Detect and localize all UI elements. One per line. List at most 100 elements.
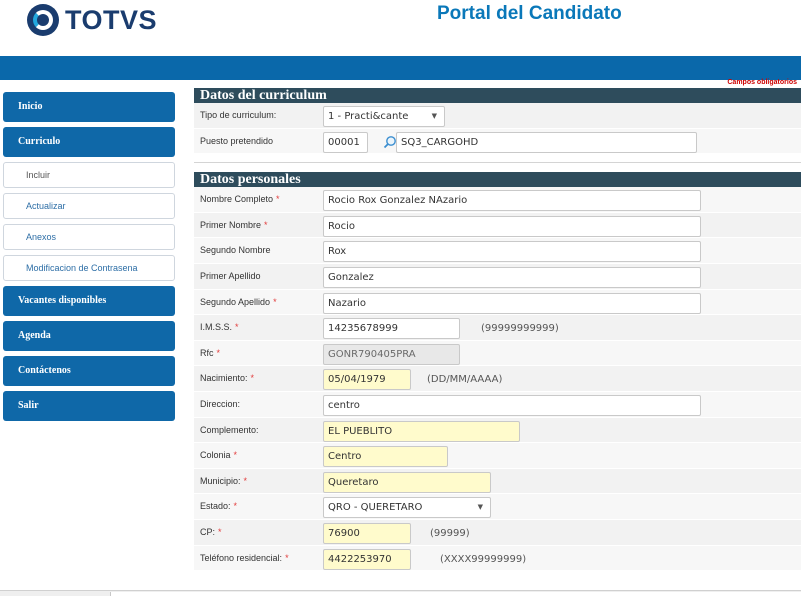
- input-value: Rox: [328, 246, 347, 258]
- estado-select[interactable]: QRO - QUERETARO ▼: [323, 497, 491, 519]
- text-input[interactable]: 76900: [323, 522, 411, 544]
- field-label: Rfc *: [200, 348, 220, 358]
- field-label: Segundo Nombre: [200, 245, 271, 255]
- text-input[interactable]: 14235678999: [323, 318, 460, 340]
- form-row: I.M.S.S. * 14235678999 (99999999999): [194, 315, 801, 341]
- field-label-text: Nacimiento:: [200, 373, 248, 384]
- sidebar-item-contactenos[interactable]: Contáctenos: [3, 356, 175, 386]
- required-fields-note: Campos obligatorios: [727, 79, 797, 86]
- input-value: Centro: [328, 451, 362, 463]
- totvs-logo-icon: [27, 4, 59, 36]
- form-row: Primer Apellido Gonzalez: [194, 263, 801, 290]
- required-marker: *: [273, 296, 277, 307]
- format-hint: (99999): [430, 527, 470, 539]
- chevron-down-icon: ▼: [477, 503, 483, 512]
- text-input[interactable]: Queretaro: [323, 471, 491, 493]
- input-value: Gonzalez: [328, 271, 374, 283]
- field-label-text: Nombre Completo: [200, 194, 274, 205]
- field-label: Segundo Apellido *: [200, 297, 277, 307]
- form-row: Segundo Apellido * Nazario: [194, 289, 801, 316]
- sidebar-item-vacantes[interactable]: Vacantes disponibles: [3, 286, 175, 316]
- input-value: 05/04/1979: [328, 374, 386, 386]
- form-row: CP: * 76900 (99999): [194, 519, 801, 546]
- field-label-text: CP:: [200, 526, 216, 537]
- text-input[interactable]: Rocio Rox Gonzalez NAzario: [323, 190, 701, 212]
- input-value: Rocio Rox Gonzalez NAzario: [328, 195, 468, 207]
- input-value: GONR790405PRA: [328, 348, 416, 360]
- page-header: TOTVS Portal del Candidato: [0, 0, 801, 56]
- field-label: Nacimiento: *: [200, 373, 254, 383]
- sidebar-item-incluir[interactable]: Incluir: [3, 162, 175, 188]
- field-label: Colonia *: [200, 450, 237, 460]
- field-label: Primer Nombre *: [200, 220, 268, 230]
- field-label-text: Primer Apellido: [200, 270, 261, 281]
- top-bar: [0, 56, 801, 80]
- text-input[interactable]: Rox: [323, 241, 701, 263]
- text-input[interactable]: 05/04/1979: [323, 369, 411, 391]
- required-marker: *: [218, 526, 222, 537]
- field-label-text: Teléfono residencial:: [200, 552, 283, 563]
- sidebar-item-agenda[interactable]: Agenda: [3, 321, 175, 351]
- text-input[interactable]: 4422253970: [323, 548, 411, 570]
- text-input[interactable]: Centro: [323, 446, 448, 468]
- input-value: Queretaro: [328, 476, 379, 488]
- sidebar-item-actualizar[interactable]: Actualizar: [3, 193, 175, 219]
- field-label: Teléfono residencial: *: [200, 553, 289, 563]
- totvs-logo: TOTVS: [27, 3, 157, 37]
- row-puesto: Puesto pretendido 00001 SQ3_CARGOHD: [194, 128, 801, 155]
- required-marker: *: [216, 347, 221, 358]
- field-label: Direccion:: [200, 399, 240, 409]
- tipo-curriculum-select[interactable]: 1 - Practi&cante ▼: [323, 106, 445, 127]
- format-hint: (99999999999): [481, 323, 559, 335]
- form-row: Complemento: EL PUEBLITO: [194, 417, 801, 444]
- field-label: CP: *: [200, 527, 222, 537]
- puesto-code-input[interactable]: 00001: [323, 131, 368, 153]
- text-input[interactable]: centro: [323, 394, 701, 416]
- form-row: Teléfono residencial: * 4422253970 (XXXX999…: [194, 545, 801, 572]
- input-value: 00001: [328, 136, 360, 148]
- search-icon[interactable]: [383, 135, 397, 149]
- required-marker: *: [285, 552, 289, 563]
- field-label: Estado: *: [200, 501, 237, 511]
- sidebar-item-salir[interactable]: Salir: [3, 391, 175, 421]
- input-value: EL PUEBLITO: [328, 425, 393, 437]
- page-title: Portal del Candidato: [437, 3, 622, 24]
- field-label-text: Estado:: [200, 501, 231, 512]
- required-marker: *: [233, 450, 238, 461]
- form-row: Estado: * QRO - QUERETARO ▼: [194, 494, 801, 520]
- text-input[interactable]: Rocio: [323, 215, 701, 237]
- required-marker: *: [233, 501, 238, 512]
- input-value: centro: [328, 399, 360, 411]
- form-row: Rfc * GONR790405PRA: [194, 340, 801, 367]
- form-content: Datos del curriculum Tipo de curriculum:…: [194, 88, 801, 572]
- personal-fields: Nombre Completo * Rocio Rox Gonzalez NAzar…: [194, 187, 801, 572]
- chevron-down-icon: ▼: [431, 112, 437, 120]
- form-row: Primer Nombre * Rocio: [194, 212, 801, 239]
- sidebar-item-curriculo[interactable]: Curriculo: [3, 127, 175, 157]
- field-label-text: Segundo Apellido: [200, 296, 271, 307]
- row-tipo-curriculum: Tipo de curriculum: 1 - Practi&cante ▼: [194, 103, 801, 129]
- text-input[interactable]: Gonzalez: [323, 266, 701, 288]
- section-title-personal: Datos personales: [194, 172, 801, 188]
- field-label: Complemento:: [200, 425, 259, 435]
- form-row: Segundo Nombre Rox: [194, 238, 801, 264]
- form-row: Colonia * Centro: [194, 443, 801, 469]
- field-label-text: Rfc: [200, 347, 214, 358]
- puesto-description-input[interactable]: SQ3_CARGOHD: [396, 131, 697, 153]
- sidebar-menu: Inicio Curriculo Incluir Actualizar Anex…: [3, 92, 175, 426]
- field-label-text: Direccion:: [200, 398, 241, 409]
- field-label: I.M.S.S. *: [200, 322, 239, 332]
- field-label-text: Municipio:: [200, 475, 241, 486]
- field-label-text: Colonia: [200, 450, 231, 461]
- text-input[interactable]: EL PUEBLITO: [323, 420, 520, 442]
- text-input[interactable]: GONR790405PRA: [323, 343, 460, 365]
- text-input[interactable]: Nazario: [323, 292, 701, 314]
- sidebar-item-anexos[interactable]: Anexos: [3, 224, 175, 250]
- required-marker: *: [243, 475, 248, 486]
- select-value: 1 - Practi&cante: [328, 111, 409, 122]
- field-label: Tipo de curriculum:: [200, 110, 277, 120]
- field-label: Nombre Completo *: [200, 194, 280, 204]
- status-field: [110, 592, 801, 596]
- sidebar-item-modificacion-contrasena[interactable]: Modificacion de Contrasena: [3, 255, 175, 281]
- sidebar-item-inicio[interactable]: Inicio: [3, 92, 175, 122]
